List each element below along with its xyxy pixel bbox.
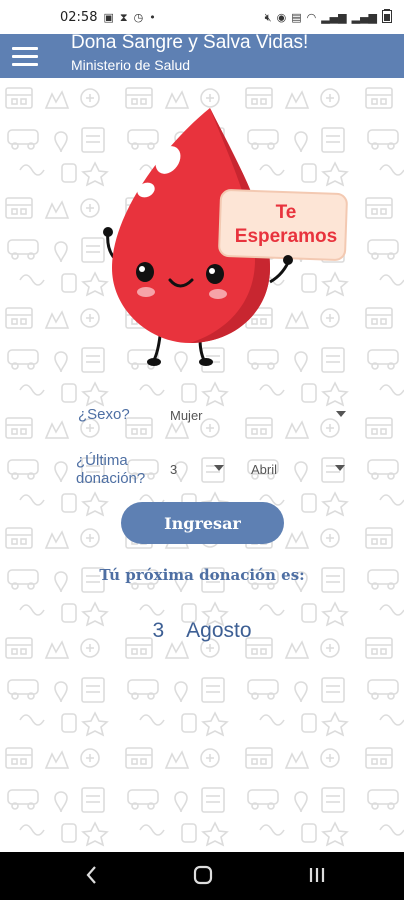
month-value: Abril [251, 461, 278, 477]
next-donation-month: Agosto [186, 619, 252, 642]
timer-icon: ◷ [133, 10, 144, 24]
hotspot-icon: ◉ [276, 10, 287, 24]
day-select[interactable]: 3 [170, 456, 224, 482]
blood-drop-mascot: Te Esperamos [50, 100, 360, 375]
month-select[interactable]: Abril [251, 456, 345, 482]
next-donation-date: 3 Agosto [0, 619, 404, 643]
next-donation-title: Tú próxima donación es: [99, 566, 305, 584]
nfc-icon: ▤ [291, 10, 302, 24]
recents-icon[interactable] [306, 864, 328, 890]
sexo-value: Mujer [170, 407, 203, 423]
signal-icon: ▂▄▆ [351, 10, 377, 24]
app-subtitle: Ministerio de Salud [71, 57, 191, 73]
ultima-donacion-label: ¿Última donación? [76, 452, 146, 487]
mute-icon: 🔇︎ [264, 10, 272, 24]
signal-icon: ▂▄▆ [321, 10, 347, 24]
sign-line1: Te [276, 202, 297, 223]
chevron-down-icon [336, 411, 346, 417]
dot-icon: • [149, 10, 156, 24]
sexo-select[interactable]: Mujer [170, 402, 346, 428]
home-icon[interactable] [192, 864, 214, 890]
battery-icon [382, 8, 392, 26]
gallery-icon: ▣ [103, 10, 114, 24]
menu-icon[interactable] [12, 42, 42, 70]
wifi-icon: ◠ [306, 10, 317, 24]
ingresar-button[interactable]: Ingresar [121, 502, 284, 544]
status-bar: 02:58 ▣ ⧗ ◷ • 🔇︎ ◉ ▤ ◠ ▂▄▆ ▂▄▆ [0, 0, 404, 34]
back-icon[interactable] [84, 864, 100, 890]
next-donation-day: 3 [152, 619, 165, 642]
chevron-down-icon [214, 465, 224, 471]
hourglass-icon: ⧗ [119, 10, 128, 24]
sexo-label: ¿Sexo? [78, 406, 130, 423]
system-nav-bar [0, 852, 404, 900]
day-value: 3 [170, 461, 178, 477]
sign-line2: Esperamos [235, 226, 337, 247]
app-bar: Dona Sangre y Salva Vidas! Ministerio de… [0, 32, 404, 78]
app-title: Dona Sangre y Salva Vidas! [71, 32, 309, 53]
chevron-down-icon [335, 465, 345, 471]
status-time: 02:58 [60, 9, 98, 25]
